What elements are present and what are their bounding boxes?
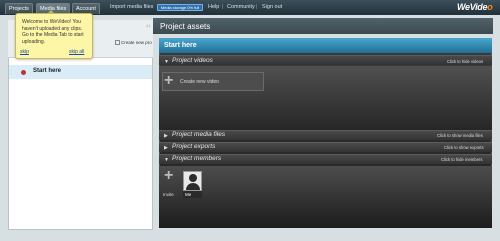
- section-videos-label: Project videos: [172, 57, 213, 64]
- plus-icon: [115, 40, 120, 46]
- toggle-members-link[interactable]: Click to hide members: [441, 157, 482, 162]
- storage-meter: Media storage 0% full: [157, 4, 203, 11]
- wevideo-logo: WeVideo: [457, 2, 493, 12]
- triangle-right-icon: ▶: [164, 133, 168, 139]
- plus-icon: +: [164, 72, 174, 89]
- triangle-down-icon: ▼: [164, 59, 169, 65]
- avatar[interactable]: [183, 171, 202, 191]
- toggle-videos-link[interactable]: Click to hide videos: [447, 59, 483, 64]
- user-silhouette-icon: [189, 174, 197, 182]
- skip-all-link[interactable]: skip all: [69, 49, 84, 55]
- skip-link[interactable]: skip: [20, 49, 29, 55]
- create-project-button[interactable]: Create new pro: [115, 40, 152, 46]
- create-video-label: Create new video: [180, 79, 219, 85]
- assets-title: Project assets: [160, 22, 211, 31]
- invite-label[interactable]: Invite: [163, 192, 174, 197]
- create-project-label: Create new pro: [121, 40, 152, 45]
- nav-separator: |: [222, 4, 224, 10]
- triangle-down-icon: ▼: [164, 157, 169, 163]
- project-name: Start here: [33, 68, 62, 74]
- community-link[interactable]: Community: [227, 4, 255, 10]
- toggle-exports-link[interactable]: Click to show exports: [444, 145, 484, 150]
- project-list-item[interactable]: [9, 65, 152, 79]
- project-title: Start here: [164, 42, 197, 49]
- members-area: [159, 166, 492, 228]
- section-exports-label: Project exports: [172, 143, 216, 150]
- section-media-label: Project media files: [172, 131, 226, 138]
- toggle-media-link[interactable]: Click to show media files: [437, 133, 483, 138]
- project-title-bar: [159, 38, 492, 53]
- invite-plus-icon[interactable]: +: [164, 168, 173, 184]
- import-media-link[interactable]: Import media files: [110, 4, 153, 10]
- triangle-right-icon: ▶: [164, 145, 168, 151]
- nav-separator: |: [256, 4, 258, 10]
- collapse-panel-icon[interactable]: ‹‹: [146, 23, 151, 30]
- sign-out-link[interactable]: Sign out: [262, 4, 282, 10]
- member-name: Me: [183, 191, 202, 198]
- help-link[interactable]: Help: [208, 4, 219, 10]
- logo-tail: o: [487, 2, 493, 12]
- tooltip-text: Welcome to WeVideo! You haven't uploaded…: [22, 19, 84, 45]
- user-body-icon: [186, 183, 200, 190]
- logo-main: WeVide: [457, 2, 488, 12]
- project-status-dot: [21, 70, 26, 75]
- section-members-label: Project members: [172, 155, 222, 162]
